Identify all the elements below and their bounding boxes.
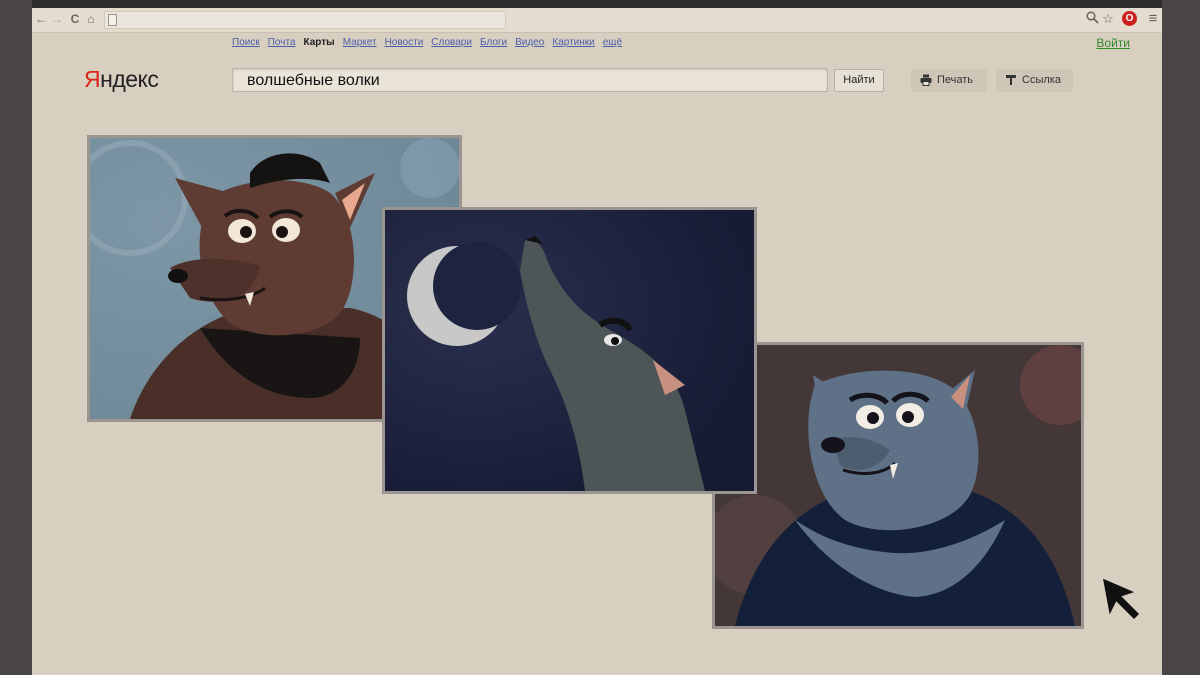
back-button[interactable]: ← [34,11,48,27]
search-input[interactable]: волшебные волки [232,68,828,92]
address-bar[interactable] [104,11,506,29]
monitor-bezel-top [0,0,1200,8]
printer-icon [920,74,932,89]
link-button[interactable]: Ссылка [996,69,1073,92]
service-link-0[interactable]: Поиск [232,37,260,48]
service-link-6[interactable]: Блоги [480,37,507,48]
browser-toolbar: ← → C ⌂ ☆ O ≡ [32,8,1162,33]
menu-icon[interactable]: ≡ [1145,11,1161,27]
browser-window: ← → C ⌂ ☆ O ≡ Поиск Почта Карты Маркет Новос… [32,8,1162,675]
link-label: Ссылка [1022,74,1061,86]
pin-icon [1005,74,1017,89]
howling-wolf-moon-image[interactable] [382,207,757,494]
service-link-2[interactable]: Карты [304,37,335,48]
monitor-bezel-left [0,0,32,675]
opera-icon[interactable]: O [1122,11,1137,26]
logo-rest: ндекс [100,66,159,92]
zoom-icon[interactable] [1084,11,1100,27]
service-link-3[interactable]: Маркет [343,37,377,48]
yandex-services-nav: Поиск Почта Карты Маркет Новости Словари Блоги… [232,37,630,48]
monitor-bezel-right [1162,0,1200,675]
service-link-8[interactable]: Картинки [552,37,594,48]
service-link-1[interactable]: Почта [268,37,296,48]
search-button[interactable]: Найти [834,69,884,92]
print-button[interactable]: Печать [911,69,987,92]
reload-button[interactable]: C [68,11,82,27]
print-label: Печать [937,74,974,86]
mouse-pointer-icon [1103,578,1140,620]
grey-werewolf-image[interactable] [712,342,1084,629]
forward-button[interactable]: → [50,11,64,27]
page-icon [108,14,117,26]
login-link[interactable]: Войти [1096,36,1130,50]
service-link-4[interactable]: Новости [385,37,424,48]
home-button[interactable]: ⌂ [84,11,98,27]
service-link-5[interactable]: Словари [431,37,472,48]
service-link-7[interactable]: Видео [515,37,544,48]
service-link-9[interactable]: ещё [603,37,622,48]
yandex-logo[interactable]: Яндекс [84,66,159,93]
star-icon[interactable]: ☆ [1100,11,1116,27]
logo-first-letter: Я [84,66,101,92]
